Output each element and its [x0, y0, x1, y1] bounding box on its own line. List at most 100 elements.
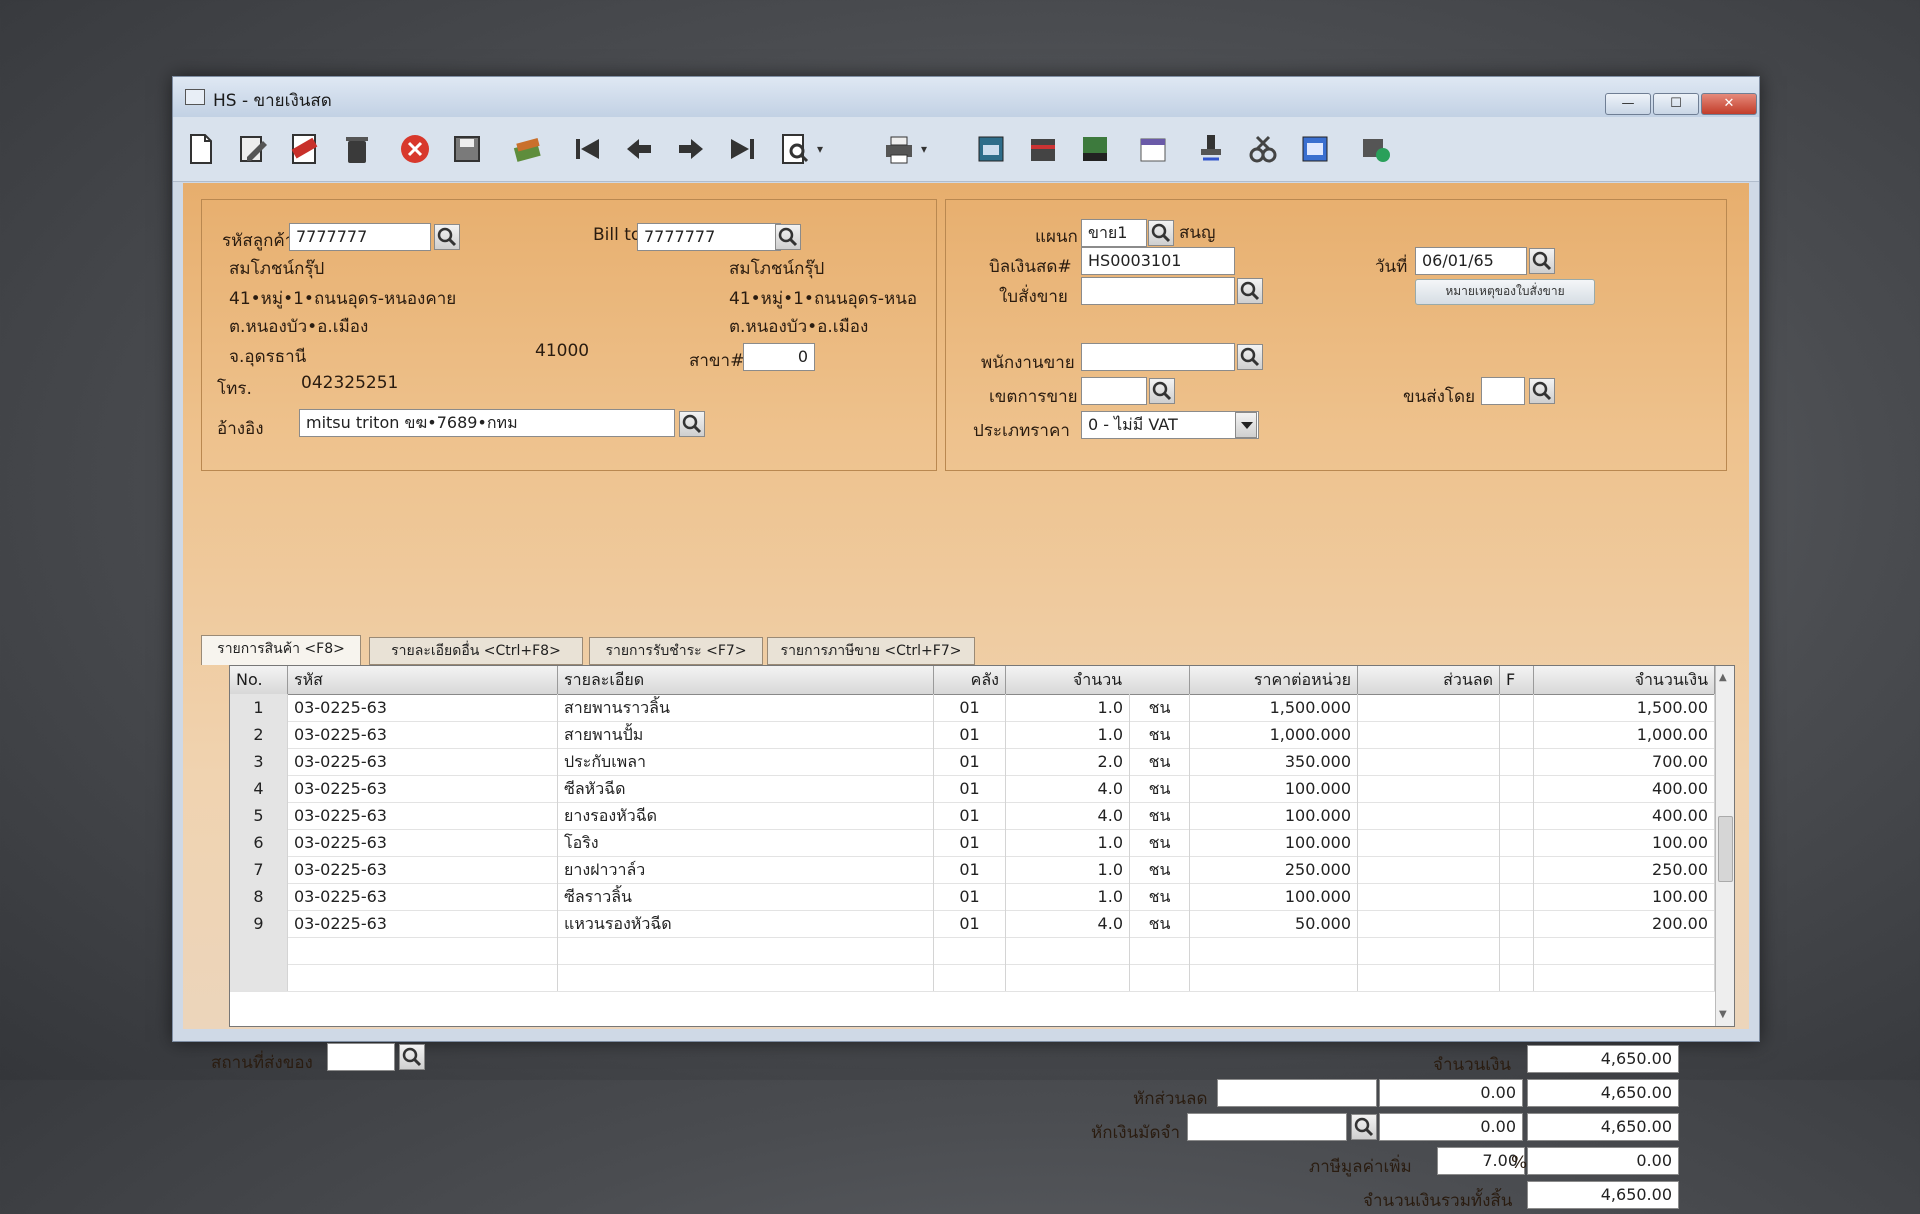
cell-wh[interactable]: [934, 964, 1006, 991]
cell-code[interactable]: 03-0225-63: [288, 748, 558, 775]
cell-no[interactable]: 6: [230, 829, 288, 856]
cell-desc[interactable]: ซีลราวลิ้น: [558, 883, 934, 910]
cell-qty[interactable]: 4.0: [1006, 802, 1130, 829]
cell-qty[interactable]: 1.0: [1006, 856, 1130, 883]
ship-by-search-icon[interactable]: [1529, 378, 1555, 404]
cell-qty[interactable]: 2.0: [1006, 748, 1130, 775]
delete-icon[interactable]: [339, 131, 375, 167]
cell-unit[interactable]: ชน: [1130, 748, 1190, 775]
cell-unit[interactable]: ชน: [1130, 802, 1190, 829]
grid-scrollbar[interactable]: ▲ ▼: [1715, 666, 1734, 1026]
cancel-icon[interactable]: [397, 131, 433, 167]
cell-disc[interactable]: [1358, 910, 1500, 937]
cell-qty[interactable]: 1.0: [1006, 721, 1130, 748]
cell-price[interactable]: 100.000: [1190, 775, 1358, 802]
cell-unit[interactable]: ชน: [1130, 721, 1190, 748]
table-row[interactable]: 5 03-0225-63 ยางรองหัวฉีด 01 4.0 ชน 100.000 400…: [230, 802, 1715, 830]
cell-unit[interactable]: ชน: [1130, 829, 1190, 856]
cell-code[interactable]: 03-0225-63: [288, 775, 558, 802]
cell-unit[interactable]: ชน: [1130, 775, 1190, 802]
cell-no[interactable]: 2: [230, 721, 288, 748]
ship-place-field[interactable]: [327, 1043, 395, 1071]
date-field[interactable]: 06/01/65: [1415, 247, 1527, 275]
cell-price[interactable]: 50.000: [1190, 910, 1358, 937]
salesman-field[interactable]: [1081, 343, 1235, 371]
cell-wh[interactable]: 01: [934, 883, 1006, 910]
table-row[interactable]: 2 03-0225-63 สายพานปั้ม 01 1.0 ชน 1,000.000 1,0…: [230, 721, 1715, 749]
cell-desc[interactable]: โอริง: [558, 829, 934, 856]
cell-desc[interactable]: ประกับเพลา: [558, 748, 934, 775]
sales-area-search-icon[interactable]: [1149, 378, 1175, 404]
cell-unit[interactable]: [1130, 964, 1190, 991]
col-amount[interactable]: จำนวนเงิน: [1534, 666, 1715, 694]
cell-wh[interactable]: [934, 937, 1006, 964]
cell-amount[interactable]: 400.00: [1534, 775, 1715, 802]
report-icon[interactable]: [1077, 131, 1113, 167]
cell-wh[interactable]: 01: [934, 721, 1006, 748]
cell-code[interactable]: 03-0225-63: [288, 829, 558, 856]
col-unit-price[interactable]: ราคาต่อหน่วย: [1190, 666, 1358, 694]
cell-desc[interactable]: แหวนรองหัวฉีด: [558, 910, 934, 937]
cell-qty[interactable]: [1006, 937, 1130, 964]
table-row[interactable]: 3 03-0225-63 ประกับเพลา 01 2.0 ชน 350.000 700.0…: [230, 748, 1715, 776]
export-icon[interactable]: [1025, 131, 1061, 167]
cell-desc[interactable]: [558, 964, 934, 991]
cell-qty[interactable]: 1.0: [1006, 883, 1130, 910]
sales-order-field[interactable]: [1081, 277, 1235, 305]
cell-no[interactable]: [230, 964, 288, 991]
ok-doc-icon[interactable]: [1297, 131, 1333, 167]
tab-payments[interactable]: รายการรับชำระ <F7>: [589, 637, 763, 665]
print-dropdown-icon[interactable]: ▾: [921, 131, 931, 167]
cell-price[interactable]: 1,500.000: [1190, 694, 1358, 721]
cell-amount[interactable]: 250.00: [1534, 856, 1715, 883]
scroll-up-icon[interactable]: ▲: [1719, 672, 1727, 683]
cell-wh[interactable]: 01: [934, 802, 1006, 829]
table-row[interactable]: 6 03-0225-63 โอริง 01 1.0 ชน 100.000 100.00: [230, 829, 1715, 857]
save-icon[interactable]: [449, 131, 485, 167]
cell-no[interactable]: 4: [230, 775, 288, 802]
cell-code[interactable]: 03-0225-63: [288, 856, 558, 883]
calendar-icon[interactable]: [1135, 131, 1171, 167]
customer-code-field[interactable]: 7777777: [289, 223, 431, 251]
reference-field[interactable]: mitsu triton ขฆ•7689•กทม: [299, 409, 675, 437]
find-dropdown-icon[interactable]: ▾: [817, 131, 827, 167]
tools-icon[interactable]: [1245, 131, 1281, 167]
cell-wh[interactable]: 01: [934, 775, 1006, 802]
cell-f[interactable]: [1500, 937, 1534, 964]
table-row[interactable]: [230, 964, 1715, 992]
cell-code[interactable]: 03-0225-63: [288, 802, 558, 829]
find-icon[interactable]: [777, 131, 813, 167]
cell-f[interactable]: [1500, 721, 1534, 748]
cell-disc[interactable]: [1358, 964, 1500, 991]
col-warehouse[interactable]: คลัง: [934, 666, 1006, 694]
cell-qty[interactable]: [1006, 964, 1130, 991]
import-icon[interactable]: [973, 131, 1009, 167]
deposit-field[interactable]: 0.00: [1379, 1113, 1523, 1141]
cell-disc[interactable]: [1358, 775, 1500, 802]
price-type-dropdown-icon[interactable]: [1235, 412, 1257, 438]
cell-wh[interactable]: 01: [934, 748, 1006, 775]
bill-no-field[interactable]: HS0003101: [1081, 247, 1235, 275]
col-discount[interactable]: ส่วนลด: [1358, 666, 1500, 694]
salesman-search-icon[interactable]: [1237, 344, 1263, 370]
cell-amount[interactable]: 100.00: [1534, 829, 1715, 856]
col-code[interactable]: รหัส: [288, 666, 558, 694]
price-type-select[interactable]: 0 - ไม่มี VAT: [1081, 411, 1259, 439]
cell-amount[interactable]: 400.00: [1534, 802, 1715, 829]
cell-no[interactable]: 1: [230, 694, 288, 721]
cell-wh[interactable]: 01: [934, 910, 1006, 937]
cell-price[interactable]: 100.000: [1190, 829, 1358, 856]
scroll-down-icon[interactable]: ▼: [1719, 1009, 1727, 1020]
cell-unit[interactable]: ชน: [1130, 910, 1190, 937]
cell-amount[interactable]: 1,500.00: [1534, 694, 1715, 721]
table-row[interactable]: 8 03-0225-63 ซีลราวลิ้น 01 1.0 ชน 100.000 100.0…: [230, 883, 1715, 911]
billto-search-icon[interactable]: [775, 224, 801, 250]
col-f[interactable]: F: [1500, 666, 1534, 694]
order-note-button[interactable]: หมายเหตุของใบสั่งขาย: [1415, 279, 1595, 305]
cell-desc[interactable]: [558, 937, 934, 964]
minimize-button[interactable]: —: [1605, 93, 1651, 115]
cell-price[interactable]: [1190, 937, 1358, 964]
cell-desc[interactable]: สายพานปั้ม: [558, 721, 934, 748]
discount-field[interactable]: 0.00: [1379, 1079, 1523, 1107]
col-qty[interactable]: จำนวน: [1006, 666, 1190, 694]
